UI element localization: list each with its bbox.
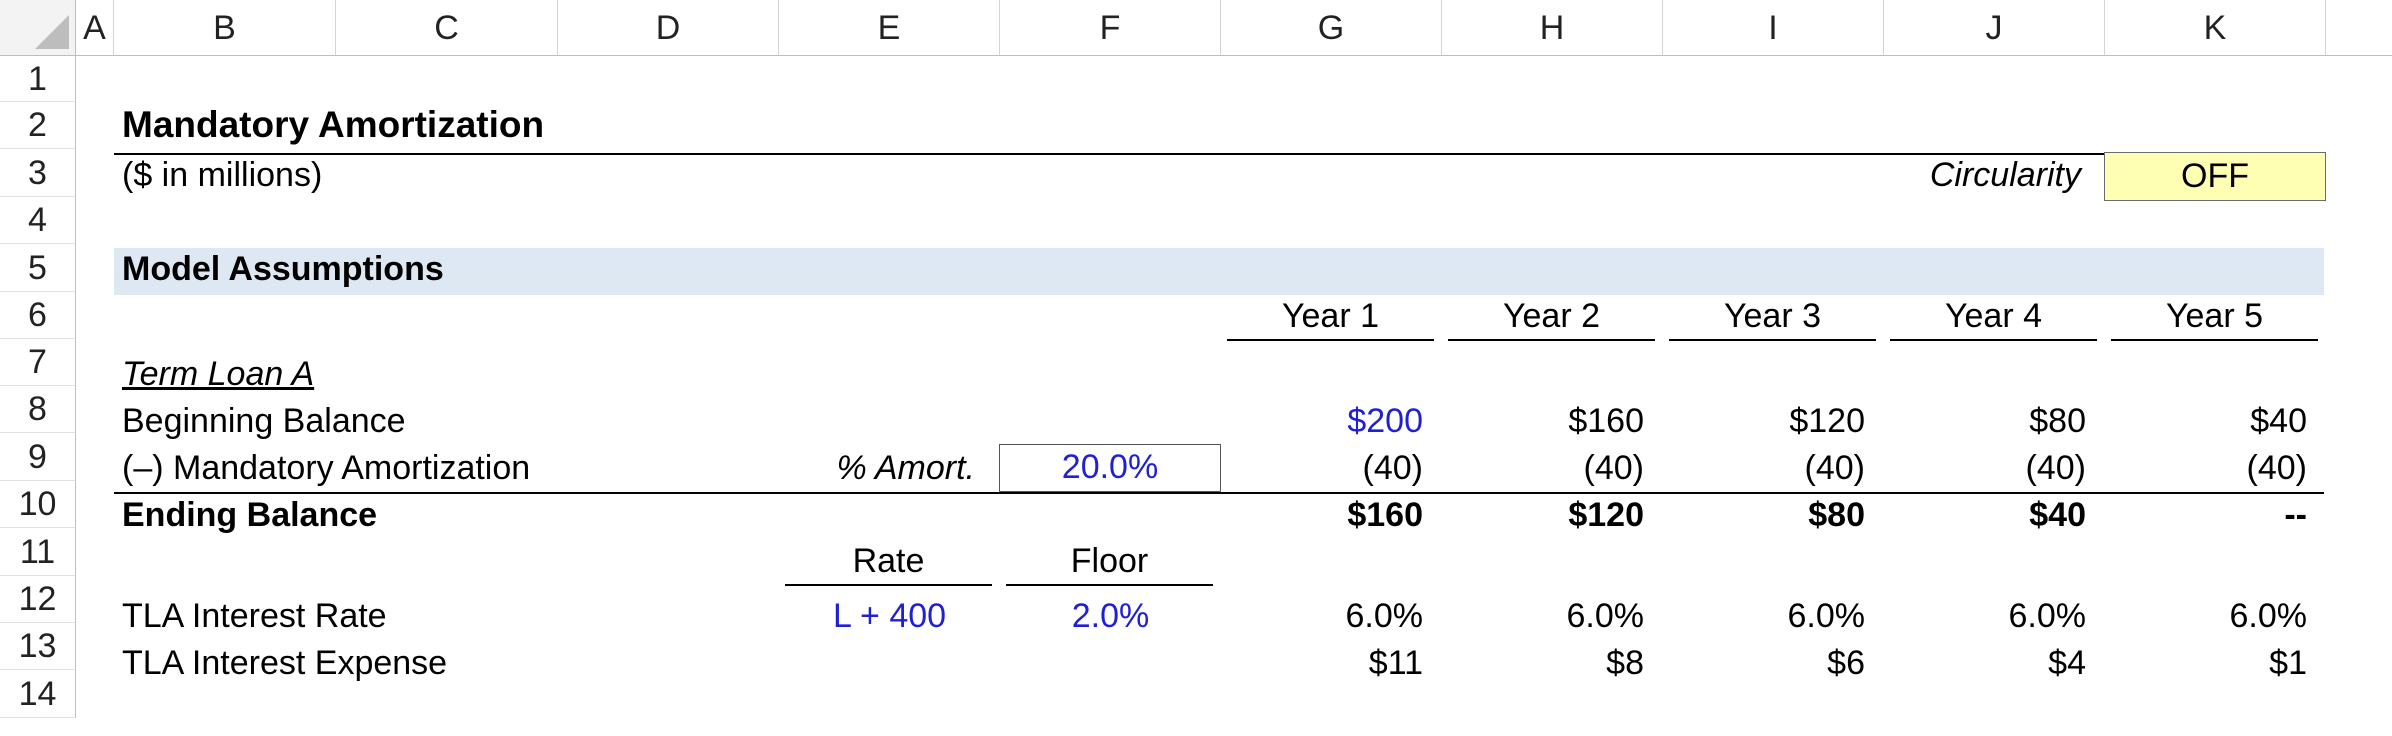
- interest-rate-floor[interactable]: 2.0%: [1000, 597, 1221, 636]
- column-header-h[interactable]: H: [1442, 0, 1663, 56]
- interest-expense-label[interactable]: TLA Interest Expense: [122, 644, 447, 683]
- row-header-6[interactable]: 6: [0, 292, 76, 339]
- column-header-j[interactable]: J: [1884, 0, 2105, 56]
- row-header-13[interactable]: 13: [0, 623, 76, 670]
- ending-balance-label[interactable]: Ending Balance: [122, 496, 377, 535]
- amort-pct-label[interactable]: % Amort.: [779, 449, 975, 488]
- amortization-label[interactable]: (–) Mandatory Amortization: [122, 449, 530, 488]
- beginning-balance-year-3[interactable]: $120: [1663, 402, 1865, 441]
- ending-balance-year-4[interactable]: $40: [1884, 496, 2086, 535]
- amortization-year-2[interactable]: (40): [1442, 449, 1644, 488]
- row-header-10[interactable]: 10: [0, 481, 76, 528]
- section-title[interactable]: Model Assumptions: [122, 250, 444, 289]
- year-header-3[interactable]: Year 3: [1669, 297, 1876, 336]
- row-header-1[interactable]: 1: [0, 56, 76, 102]
- beginning-balance-year-1[interactable]: $200: [1221, 402, 1423, 441]
- floor-underline: [1006, 584, 1213, 586]
- interest-expense-year-3[interactable]: $6: [1663, 644, 1865, 683]
- ending-balance-year-1[interactable]: $160: [1221, 496, 1423, 535]
- amortization-year-4[interactable]: (40): [1884, 449, 2086, 488]
- beginning-balance-year-4[interactable]: $80: [1884, 402, 2086, 441]
- year-underline: [2111, 339, 2318, 341]
- term-loan-label[interactable]: Term Loan A: [122, 355, 314, 394]
- sheet-title[interactable]: Mandatory Amortization: [122, 104, 544, 146]
- spreadsheet: A B C D E F G H I J K 1 2 3 4 5 6 7 8 9 …: [0, 0, 2392, 736]
- interest-rate-year-3[interactable]: 6.0%: [1663, 597, 1866, 636]
- year-header-1[interactable]: Year 1: [1227, 297, 1434, 336]
- row-header-12[interactable]: 12: [0, 576, 76, 623]
- row-header-14[interactable]: 14: [0, 670, 76, 718]
- year-underline: [1890, 339, 2097, 341]
- select-all-corner[interactable]: [0, 0, 76, 56]
- year-header-2[interactable]: Year 2: [1448, 297, 1655, 336]
- interest-rate-year-2[interactable]: 6.0%: [1442, 597, 1645, 636]
- row-header-4[interactable]: 4: [0, 197, 76, 244]
- total-line: [114, 492, 2324, 494]
- beginning-balance-year-5[interactable]: $40: [2105, 402, 2307, 441]
- row-header-11[interactable]: 11: [0, 528, 76, 576]
- beginning-balance-year-2[interactable]: $160: [1442, 402, 1644, 441]
- interest-expense-year-5[interactable]: $1: [2105, 644, 2307, 683]
- row-header-5[interactable]: 5: [0, 244, 76, 292]
- beginning-balance-label[interactable]: Beginning Balance: [122, 402, 406, 441]
- interest-rate-year-5[interactable]: 6.0%: [2105, 597, 2308, 636]
- interest-rate-label[interactable]: TLA Interest Rate: [122, 597, 387, 636]
- floor-header[interactable]: Floor: [1006, 542, 1213, 581]
- column-header-d[interactable]: D: [558, 0, 779, 56]
- column-header-g[interactable]: G: [1221, 0, 1442, 56]
- interest-expense-year-2[interactable]: $8: [1442, 644, 1644, 683]
- year-underline: [1448, 339, 1655, 341]
- row-header-8[interactable]: 8: [0, 386, 76, 433]
- ending-balance-year-2[interactable]: $120: [1442, 496, 1644, 535]
- circularity-toggle[interactable]: OFF: [2104, 152, 2326, 201]
- ending-balance-year-3[interactable]: $80: [1663, 496, 1865, 535]
- select-all-icon: [35, 15, 69, 49]
- amortization-year-3[interactable]: (40): [1663, 449, 1865, 488]
- title-underline: [114, 153, 2324, 155]
- year-underline: [1227, 339, 1434, 341]
- circularity-label[interactable]: Circularity: [1884, 156, 2081, 195]
- section-band: [114, 248, 2324, 295]
- interest-rate-spread[interactable]: L + 400: [779, 597, 1000, 636]
- amortization-year-1[interactable]: (40): [1221, 449, 1423, 488]
- rate-header[interactable]: Rate: [785, 542, 992, 581]
- column-header-a[interactable]: A: [76, 0, 114, 56]
- ending-balance-year-5[interactable]: --: [2105, 496, 2307, 535]
- rate-underline: [785, 584, 992, 586]
- column-header-e[interactable]: E: [779, 0, 1000, 56]
- units-label[interactable]: ($ in millions): [122, 156, 322, 195]
- row-header-9[interactable]: 9: [0, 433, 76, 481]
- amortization-year-5[interactable]: (40): [2105, 449, 2307, 488]
- row-header-3[interactable]: 3: [0, 149, 76, 197]
- row-header-7[interactable]: 7: [0, 339, 76, 386]
- interest-expense-year-4[interactable]: $4: [1884, 644, 2086, 683]
- column-header-f[interactable]: F: [1000, 0, 1221, 56]
- year-header-4[interactable]: Year 4: [1890, 297, 2097, 336]
- year-header-5[interactable]: Year 5: [2111, 297, 2318, 336]
- amort-pct-input[interactable]: 20.0%: [999, 444, 1221, 492]
- interest-rate-year-4[interactable]: 6.0%: [1884, 597, 2087, 636]
- interest-expense-year-1[interactable]: $11: [1221, 644, 1423, 683]
- column-header-blank: [2326, 0, 2392, 56]
- column-header-c[interactable]: C: [336, 0, 558, 56]
- column-header-b[interactable]: B: [114, 0, 336, 56]
- column-header-k[interactable]: K: [2105, 0, 2326, 56]
- row-header-2[interactable]: 2: [0, 102, 76, 149]
- year-underline: [1669, 339, 1876, 341]
- column-header-i[interactable]: I: [1663, 0, 1884, 56]
- interest-rate-year-1[interactable]: 6.0%: [1221, 597, 1424, 636]
